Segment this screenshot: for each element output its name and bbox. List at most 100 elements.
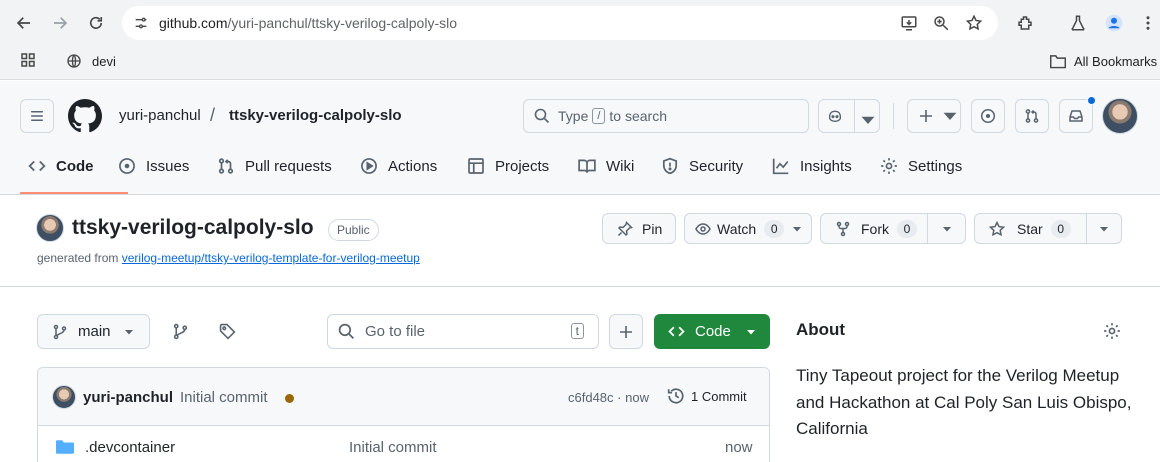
- tab-issues[interactable]: Issues: [118, 157, 189, 175]
- table-row[interactable]: .devcontainer Initial commit now: [38, 426, 769, 462]
- plus-icon: [620, 325, 632, 338]
- file-name[interactable]: .devcontainer: [85, 439, 175, 456]
- repo-title[interactable]: ttsky-verilog-calpoly-slo: [72, 216, 314, 240]
- browser-menu-icon[interactable]: [1134, 9, 1160, 37]
- github-logo-icon[interactable]: [68, 99, 102, 133]
- bookmark-devi[interactable]: devi: [66, 53, 116, 69]
- go-to-file-input[interactable]: Go to file t: [327, 314, 599, 349]
- generated-from: generated from verilog-meetup/ttsky-veri…: [37, 251, 420, 265]
- shield-icon: [662, 157, 678, 175]
- code-icon: [668, 326, 685, 337]
- tab-code[interactable]: Code: [28, 157, 94, 175]
- commit-message[interactable]: Initial commit: [180, 389, 268, 406]
- chevron-down-icon: [746, 329, 755, 334]
- tab-insights[interactable]: Insights: [772, 157, 852, 175]
- tab-projects[interactable]: Projects: [467, 157, 549, 175]
- folder-icon: [56, 440, 74, 454]
- commit-author-avatar[interactable]: [52, 385, 76, 409]
- code-dropdown-button[interactable]: Code: [654, 314, 770, 349]
- site-info-icon[interactable]: [133, 15, 149, 34]
- about-settings-icon[interactable]: [1103, 322, 1121, 343]
- branch-name: main: [78, 323, 111, 340]
- go-to-file-shortcut: t: [570, 323, 584, 339]
- tab-wiki-label: Wiki: [606, 157, 635, 175]
- chevron-down-icon: [861, 116, 875, 124]
- tab-issues-label: Issues: [146, 157, 190, 175]
- chevron-down-icon: [943, 227, 951, 232]
- commit-author[interactable]: yuri-panchul: [83, 389, 173, 406]
- inbox-button[interactable]: [1059, 96, 1096, 133]
- hamburger-menu-button[interactable]: [20, 99, 54, 133]
- branches-icon[interactable]: [172, 323, 189, 343]
- tab-wiki[interactable]: Wiki: [578, 157, 634, 175]
- notification-dot: [1087, 96, 1096, 105]
- search-placeholder-rest: to search: [609, 108, 668, 124]
- labs-flask-icon[interactable]: [1064, 9, 1092, 37]
- commits-history-link[interactable]: 1 Commit: [667, 387, 747, 405]
- copilot-button[interactable]: [818, 99, 880, 133]
- branch-selector[interactable]: main: [37, 314, 150, 349]
- chevron-down-icon: [943, 112, 957, 120]
- watch-button[interactable]: Watch 0: [684, 213, 812, 244]
- history-icon: [667, 388, 684, 404]
- play-icon: [361, 158, 377, 174]
- all-bookmarks[interactable]: All Bookmarks: [1049, 53, 1157, 69]
- user-avatar[interactable]: [1102, 98, 1138, 134]
- tab-security[interactable]: Security: [661, 157, 743, 175]
- star-icon: [989, 220, 1005, 236]
- issue-icon: [119, 158, 135, 174]
- tab-pull-requests[interactable]: Pull requests: [217, 157, 332, 175]
- star-button[interactable]: Star 0: [974, 213, 1122, 244]
- visibility-badge: Public: [328, 219, 379, 241]
- copilot-icon: [829, 110, 841, 123]
- bookmark-star-icon[interactable]: [965, 14, 983, 35]
- pin-label: Pin: [642, 220, 663, 237]
- repo-link[interactable]: ttsky-verilog-calpoly-slo: [229, 107, 402, 124]
- commit-time: · now: [617, 390, 649, 405]
- back-icon[interactable]: [10, 9, 38, 37]
- file-list: yuri-panchul Initial commit c6fd48c · no…: [37, 367, 770, 462]
- header-divider: [893, 103, 894, 129]
- tab-actions-label: Actions: [388, 157, 438, 175]
- tab-actions[interactable]: Actions: [360, 157, 437, 175]
- issue-icon: [980, 108, 996, 124]
- pin-button[interactable]: Pin: [602, 213, 676, 244]
- profile-icon[interactable]: [1100, 9, 1128, 37]
- tab-code-label: Code: [56, 157, 94, 175]
- pull-request-icon: [1025, 109, 1039, 123]
- code-icon: [28, 160, 46, 172]
- tab-insights-label: Insights: [800, 157, 852, 175]
- fork-button[interactable]: Fork 0: [820, 213, 966, 244]
- forward-icon[interactable]: [46, 9, 74, 37]
- create-new-button[interactable]: [907, 99, 961, 133]
- fork-icon: [836, 221, 850, 236]
- zoom-icon[interactable]: [932, 14, 950, 35]
- apps-grid-icon[interactable]: [14, 46, 42, 74]
- commit-sha[interactable]: c6fd48c: [568, 390, 614, 405]
- add-file-button[interactable]: [609, 314, 643, 349]
- owner-link[interactable]: yuri-panchul: [119, 107, 201, 124]
- file-commit-time: now: [725, 439, 753, 456]
- globe-icon: [67, 54, 81, 68]
- branch-icon: [53, 324, 67, 339]
- graph-icon: [772, 158, 789, 175]
- url-text: github.com/yuri-panchul/ttsky-verilog-ca…: [159, 15, 458, 31]
- address-bar[interactable]: github.com/yuri-panchul/ttsky-verilog-ca…: [122, 6, 998, 40]
- search-input[interactable]: Type / to search: [523, 99, 809, 133]
- search-icon: [338, 323, 355, 340]
- reload-icon[interactable]: [82, 9, 110, 37]
- tab-settings[interactable]: Settings: [880, 157, 962, 175]
- owner-avatar[interactable]: [36, 214, 64, 242]
- pull-requests-button[interactable]: [1015, 99, 1049, 133]
- issues-button[interactable]: [971, 99, 1005, 133]
- commit-status-dot[interactable]: [285, 394, 294, 403]
- path-separator: /: [210, 105, 216, 125]
- fork-label: Fork: [861, 220, 889, 237]
- file-commit-message[interactable]: Initial commit: [349, 439, 437, 456]
- template-link[interactable]: verilog-meetup/ttsky-verilog-template-fo…: [122, 251, 420, 265]
- pin-icon: [617, 220, 633, 236]
- extensions-icon[interactable]: [1011, 9, 1039, 37]
- pull-request-icon: [218, 158, 234, 174]
- tags-icon[interactable]: [219, 323, 236, 343]
- install-app-icon[interactable]: [900, 14, 918, 35]
